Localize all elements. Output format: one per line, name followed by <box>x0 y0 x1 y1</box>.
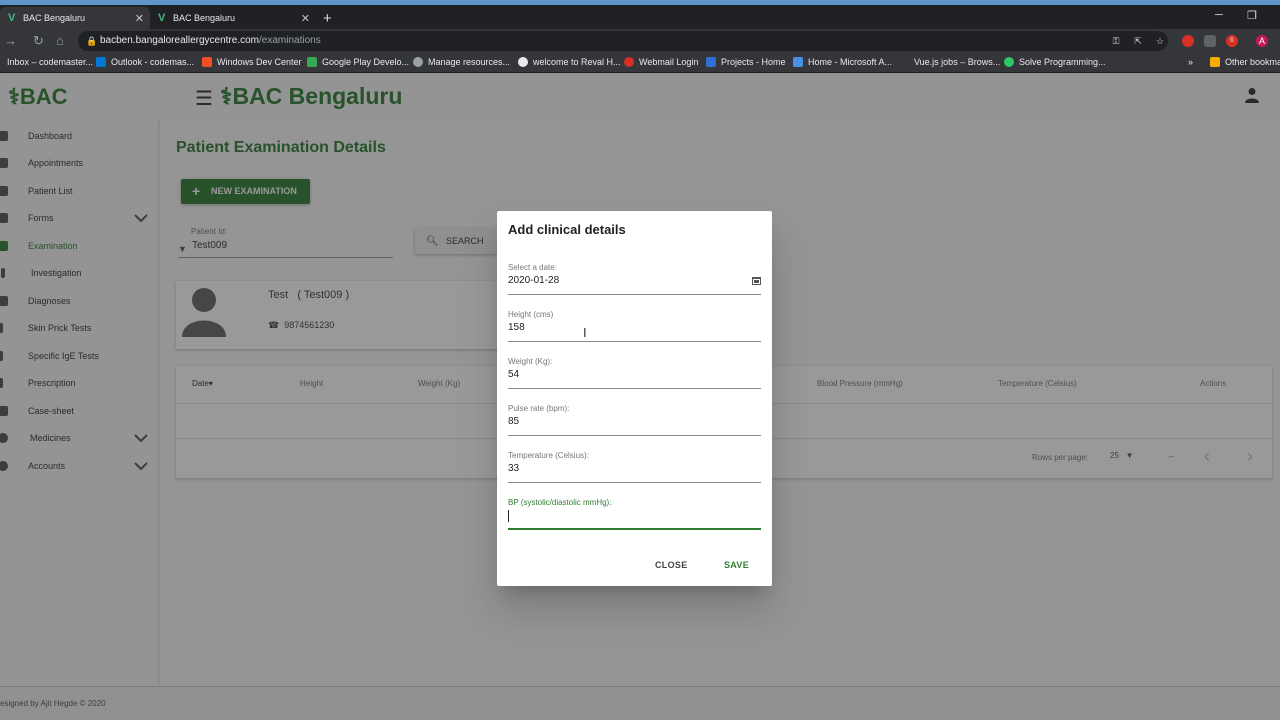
projects-icon <box>706 57 716 67</box>
tab-title: BAC Bengaluru <box>23 13 86 23</box>
bookmarks-bar: Inbox – codemaster... Outlook - codemas.… <box>0 53 1280 73</box>
date-field[interactable]: Select a date: <box>508 263 761 295</box>
save-button[interactable]: SAVE <box>724 560 749 570</box>
bookmark-label: Windows Dev Center <box>217 57 302 67</box>
bp-field[interactable]: BP (systolic/diastolic mmHg): <box>508 498 761 530</box>
new-tab-icon[interactable]: + <box>323 10 332 27</box>
url-path: /examinations <box>259 35 321 46</box>
vue-favicon-icon: V <box>158 12 166 24</box>
vuejs-jobs-icon <box>899 57 909 67</box>
outlook-icon <box>96 57 106 67</box>
hackerrank-icon <box>1004 57 1014 67</box>
bookmark-label: Home - Microsoft A... <box>808 57 893 67</box>
bookmark-label: Vue.js jobs – Brows... <box>914 57 1001 67</box>
vue-favicon-icon: V <box>8 12 16 24</box>
bookmark-label: Manage resources... <box>428 57 511 67</box>
bookmark-item[interactable]: Projects - Home <box>706 57 786 67</box>
bookmarks-overflow-icon[interactable]: » <box>1188 57 1193 67</box>
extension-red-icon[interactable] <box>1182 35 1194 47</box>
bookmark-item[interactable]: Manage resources... <box>413 57 510 67</box>
bookmark-label: Google Play Develo... <box>322 57 410 67</box>
folder-icon <box>1210 57 1220 67</box>
browser-tab-active[interactable]: V BAC Bengaluru ✕ <box>0 7 150 29</box>
profile-avatar[interactable]: A <box>1256 35 1268 47</box>
restore-icon[interactable]: ❐ <box>1247 9 1257 22</box>
field-label: Height (cms) <box>508 310 554 319</box>
windows-icon <box>202 57 212 67</box>
bookmark-item[interactable]: Google Play Develo... <box>307 57 409 67</box>
add-clinical-details-dialog: Add clinical details Select a date: Heig… <box>497 211 772 586</box>
browser-tab[interactable]: V BAC Bengaluru ✕ <box>150 7 316 29</box>
tab-close-icon[interactable]: ✕ <box>301 12 310 25</box>
extension-grid-icon[interactable] <box>1204 35 1216 47</box>
field-label: BP (systolic/diastolic mmHg): <box>508 498 612 507</box>
close-button[interactable]: CLOSE <box>655 560 688 570</box>
weight-input[interactable] <box>508 369 748 380</box>
bookmark-label: welcome to Reval H... <box>533 57 621 67</box>
star-icon[interactable]: ☆ <box>1154 35 1166 47</box>
globe-icon <box>518 57 528 67</box>
field-label: Pulse rate (bpm): <box>508 404 570 413</box>
height-field[interactable]: Height (cms) <box>508 310 761 342</box>
forward-icon[interactable]: → <box>4 33 17 48</box>
browser-tab-bar: V BAC Bengaluru ✕ V BAC Bengaluru ✕ + ─ … <box>0 5 1280 29</box>
extension-badge-count: 6 <box>1230 37 1234 44</box>
height-input[interactable] <box>508 322 748 333</box>
lock-icon: 🔒 <box>86 36 98 46</box>
bookmark-item[interactable]: Other bookma <box>1210 57 1280 67</box>
temperature-input[interactable] <box>508 463 748 474</box>
azure-icon <box>793 57 803 67</box>
webmail-icon <box>624 57 634 67</box>
calendar-icon[interactable] <box>752 274 761 288</box>
bookmark-item[interactable]: Vue.js jobs – Brows... <box>899 57 1000 67</box>
google-play-icon <box>307 57 317 67</box>
url-field[interactable]: 🔒 bacben.bangaloreallergycentre.com/exam… <box>78 31 1168 51</box>
text-cursor-icon: Ι <box>583 325 587 340</box>
extension-badge-icon[interactable]: 6 <box>1226 35 1238 47</box>
open-external-icon[interactable]: ⇱ <box>1132 35 1144 47</box>
bookmark-item[interactable]: Solve Programming... <box>1004 57 1106 67</box>
pulse-rate-input[interactable] <box>508 416 748 427</box>
temperature-field[interactable]: Temperature (Celsius): <box>508 451 761 483</box>
url-host: bacben.bangaloreallergycentre.com <box>100 35 259 46</box>
minimize-icon[interactable]: ─ <box>1215 9 1223 21</box>
address-bar: → ↻ ⌂ 🔒 bacben.bangaloreallergycentre.co… <box>0 29 1280 53</box>
pulse-rate-field[interactable]: Pulse rate (bpm): <box>508 404 761 436</box>
weight-field[interactable]: Weight (Kg): <box>508 357 761 389</box>
bp-input[interactable] <box>508 510 748 521</box>
tab-close-icon[interactable]: ✕ <box>135 12 144 25</box>
bookmark-label: Webmail Login <box>639 57 699 67</box>
bookmark-label: Outlook - codemas... <box>111 57 195 67</box>
bookmark-item[interactable]: Home - Microsoft A... <box>793 57 892 67</box>
bookmark-item[interactable]: Windows Dev Center <box>202 57 302 67</box>
bookmark-label: Inbox – codemaster... <box>7 57 94 67</box>
bookmark-label: Other bookma <box>1225 57 1280 67</box>
bookmark-item[interactable]: Outlook - codemas... <box>96 57 194 67</box>
profile-initial: A <box>1258 36 1265 46</box>
home-icon[interactable]: ⌂ <box>56 33 64 48</box>
dialog-title: Add clinical details <box>508 222 626 237</box>
gear-icon <box>413 57 423 67</box>
field-label: Select a date: <box>508 263 557 272</box>
field-label: Temperature (Celsius): <box>508 451 589 460</box>
tab-title: BAC Bengaluru <box>173 13 236 23</box>
bookmark-label: Projects - Home <box>721 57 786 67</box>
bookmark-item[interactable]: Inbox – codemaster... <box>7 57 93 67</box>
key-icon[interactable]: ⚿ <box>1110 35 1122 47</box>
field-label: Weight (Kg): <box>508 357 553 366</box>
date-input[interactable] <box>508 275 748 286</box>
bookmark-item[interactable]: Webmail Login <box>624 57 698 67</box>
reload-icon[interactable]: ↻ <box>33 33 44 49</box>
bookmark-item[interactable]: welcome to Reval H... <box>518 57 621 67</box>
bookmark-label: Solve Programming... <box>1019 57 1106 67</box>
